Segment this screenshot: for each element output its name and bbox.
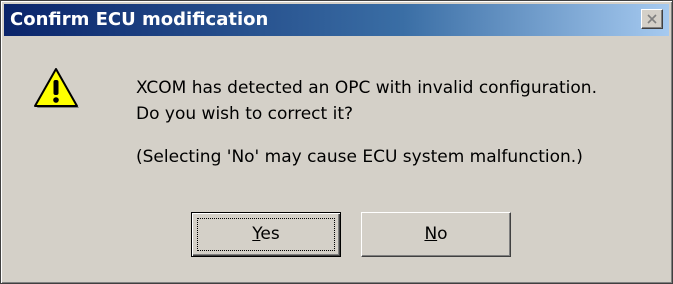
yes-label-rest: es — [260, 224, 280, 244]
close-button[interactable] — [641, 9, 663, 29]
no-button[interactable]: No — [361, 212, 511, 257]
warning-icon — [34, 68, 79, 108]
dialog-title: Confirm ECU modification — [10, 9, 269, 30]
yes-button[interactable]: Yes — [191, 212, 341, 257]
no-button-label: No — [424, 224, 447, 244]
close-icon — [647, 14, 657, 24]
message-warning-note: (Selecting 'No' may cause ECU system mal… — [136, 147, 583, 167]
no-label-rest: o — [437, 224, 448, 244]
confirm-dialog: Confirm ECU modification XCOM has detect… — [0, 0, 673, 284]
no-mnemonic: N — [424, 224, 438, 244]
title-bar[interactable]: Confirm ECU modification — [4, 4, 669, 36]
message-line-2: Do you wish to correct it? — [136, 104, 354, 124]
yes-button-label: Yes — [252, 224, 279, 244]
message-line-1: XCOM has detected an OPC with invalid co… — [136, 78, 597, 98]
